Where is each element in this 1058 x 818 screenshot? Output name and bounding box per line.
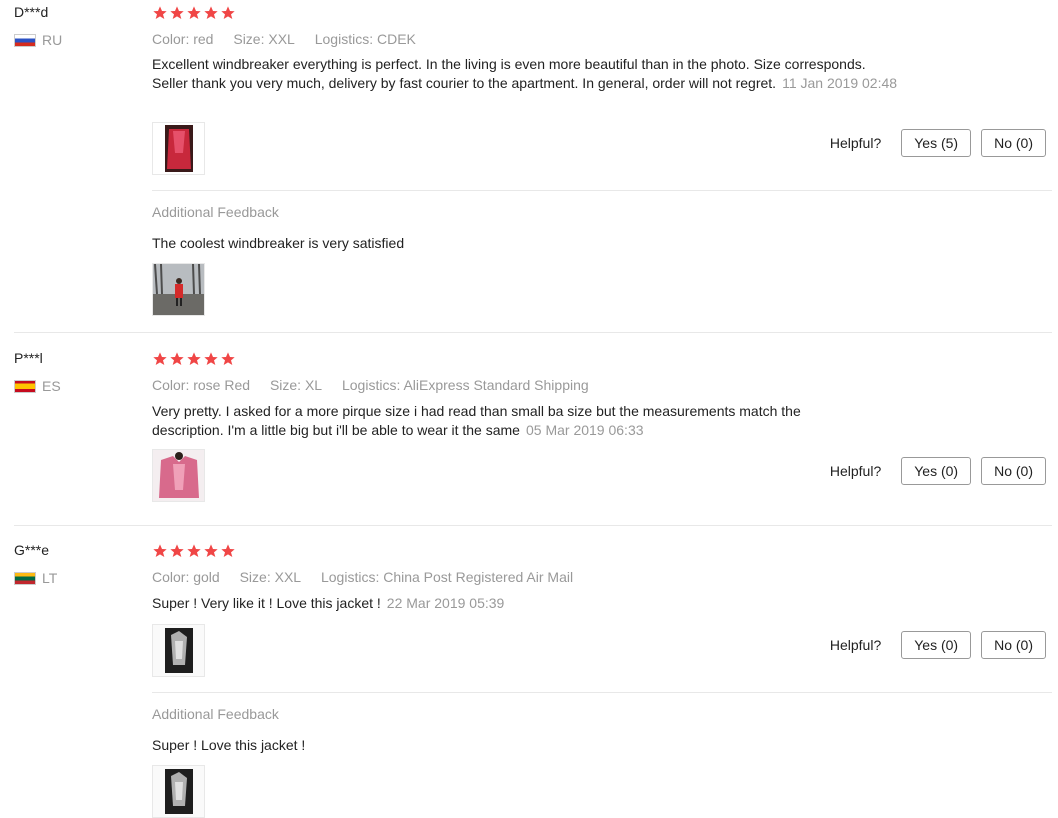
- helpful-label: Helpful?: [829, 463, 882, 479]
- star-icon: [187, 544, 201, 557]
- order-attributes: Color: red Size: XXL Logistics: CDEK: [152, 31, 432, 47]
- helpful-label: Helpful?: [829, 637, 882, 653]
- logistics-attribute: Logistics: CDEK: [314, 31, 416, 47]
- country-code: LT: [42, 570, 58, 586]
- logistics-attribute: Logistics: AliExpress Standard Shipping: [341, 377, 589, 393]
- helpful-no-button[interactable]: No (0): [981, 457, 1046, 485]
- logistics-attribute: Logistics: China Post Registered Air Mai…: [320, 569, 574, 585]
- helpful-yes-button[interactable]: Yes (0): [901, 631, 972, 659]
- color-attribute: Color: rose Red: [152, 377, 251, 393]
- reviewer-name: D***d: [14, 4, 49, 20]
- star-icon: [170, 352, 184, 365]
- size-attribute: Size: XXL: [239, 569, 302, 585]
- gold-jacket-photo: [153, 766, 204, 817]
- reviewer-country: RU: [14, 32, 62, 48]
- review-text: Super ! Very like it ! Love this jacket …: [152, 594, 942, 613]
- additional-feedback-text: The coolest windbreaker is very satisfie…: [152, 235, 405, 251]
- star-rating: [152, 543, 236, 559]
- review-divider: [14, 332, 1052, 333]
- additional-photo[interactable]: [152, 765, 205, 818]
- review-photo[interactable]: [152, 624, 205, 677]
- star-icon: [153, 352, 167, 365]
- review-date: 11 Jan 2019 02:48: [782, 75, 898, 91]
- additional-feedback-title: Additional Feedback: [152, 204, 279, 220]
- star-icon: [221, 6, 235, 19]
- review-photo[interactable]: [152, 122, 205, 175]
- helpful-votes: Helpful? Yes (0) No (0): [830, 631, 1046, 659]
- pink-jacket-photo: [153, 450, 204, 501]
- reviewer-name: G***e: [14, 542, 50, 558]
- red-jacket-photo: [153, 123, 204, 174]
- star-rating: [152, 5, 236, 21]
- helpful-no-button[interactable]: No (0): [981, 631, 1046, 659]
- divider: [152, 692, 1052, 693]
- reviewer-country: LT: [14, 570, 57, 586]
- star-icon: [204, 544, 218, 557]
- review-text-line: Excellent windbreaker everything is perf…: [152, 56, 866, 72]
- size-attribute: Size: XXL: [233, 31, 295, 47]
- star-icon: [204, 352, 218, 365]
- helpful-votes: Helpful? Yes (0) No (0): [830, 457, 1046, 485]
- review-text-line: Super ! Very like it ! Love this jacket …: [152, 595, 381, 611]
- order-attributes: Color: gold Size: XXL Logistics: China P…: [152, 569, 589, 585]
- reviewer-name: P***l: [14, 350, 43, 366]
- russia-flag-icon: [14, 33, 36, 47]
- gold-jacket-photo: [153, 625, 204, 676]
- star-icon: [204, 6, 218, 19]
- star-icon: [153, 6, 167, 19]
- star-icon: [221, 352, 235, 365]
- review-text-line: description. I'm a little big but i'll b…: [152, 422, 644, 438]
- helpful-yes-button[interactable]: Yes (0): [901, 457, 972, 485]
- color-attribute: Color: gold: [152, 569, 220, 585]
- star-icon: [170, 544, 184, 557]
- star-rating: [152, 351, 236, 367]
- review-text: Very pretty. I asked for a more pirque s…: [152, 402, 942, 440]
- spain-flag-icon: [14, 379, 36, 393]
- helpful-no-button[interactable]: No (0): [981, 129, 1046, 157]
- star-icon: [187, 352, 201, 365]
- country-code: ES: [42, 378, 61, 394]
- helpful-label: Helpful?: [829, 135, 882, 151]
- star-icon: [170, 6, 184, 19]
- star-icon: [153, 544, 167, 557]
- lithuania-flag-icon: [14, 571, 36, 585]
- review-text-line: Seller thank you very much, delivery by …: [152, 75, 898, 91]
- star-icon: [187, 6, 201, 19]
- reviewer-country: ES: [14, 378, 61, 394]
- size-attribute: Size: XL: [269, 377, 323, 393]
- review-text-line: Very pretty. I asked for a more pirque s…: [152, 403, 801, 419]
- star-icon: [221, 544, 235, 557]
- outdoor-photo: [153, 264, 204, 315]
- additional-feedback-text: Super ! Love this jacket !: [152, 737, 306, 753]
- helpful-votes: Helpful? Yes (5) No (0): [830, 129, 1046, 157]
- review-date: 05 Mar 2019 06:33: [525, 422, 644, 438]
- helpful-yes-button[interactable]: Yes (5): [901, 129, 972, 157]
- order-attributes: Color: rose Red Size: XL Logistics: AliE…: [152, 377, 605, 393]
- review-text: Excellent windbreaker everything is perf…: [152, 55, 942, 93]
- review-date: 22 Mar 2019 05:39: [386, 595, 505, 611]
- country-code: RU: [42, 32, 63, 48]
- additional-photo[interactable]: [152, 263, 205, 316]
- color-attribute: Color: red: [152, 31, 214, 47]
- review-photo[interactable]: [152, 449, 205, 502]
- review-divider: [14, 525, 1052, 526]
- divider: [152, 190, 1052, 191]
- additional-feedback-title: Additional Feedback: [152, 706, 279, 722]
